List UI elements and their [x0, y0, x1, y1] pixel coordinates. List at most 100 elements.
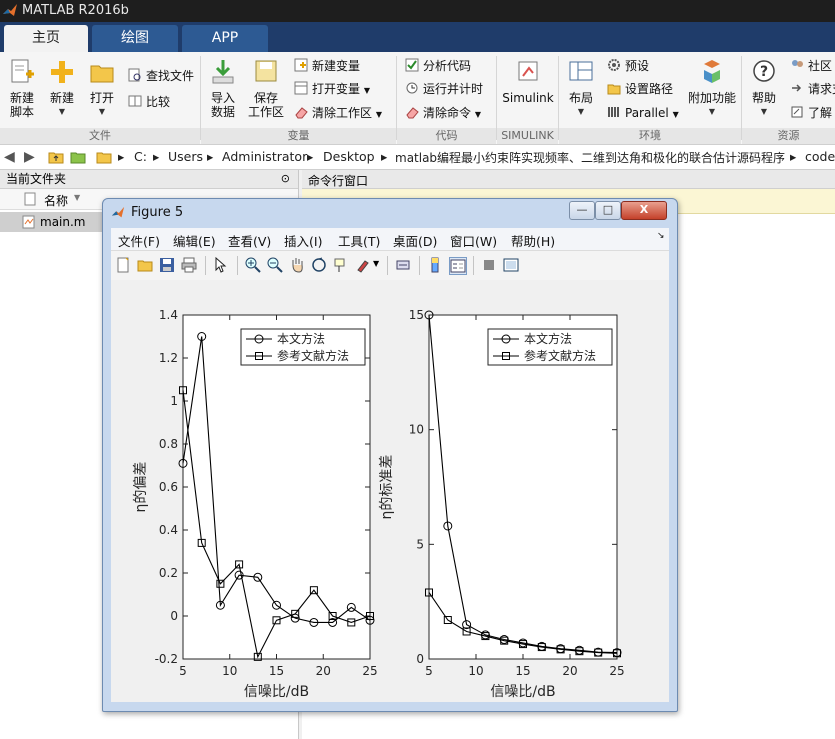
- close-button[interactable]: X: [621, 201, 667, 220]
- new-figure-icon[interactable]: [115, 257, 131, 273]
- preferences-label: 预设: [625, 59, 650, 73]
- import-data-button[interactable]: 导入 数据: [205, 58, 241, 119]
- run-and-time-button[interactable]: 运行并计时: [405, 79, 483, 99]
- addons-button[interactable]: 附加功能 ▼: [688, 58, 736, 119]
- zoom-out-icon[interactable]: [267, 257, 283, 273]
- panel-menu-icon[interactable]: ⊙: [281, 170, 290, 188]
- chevron-down-icon: ▼: [474, 110, 481, 119]
- column-name-header[interactable]: 名称: [44, 192, 68, 209]
- open-file-icon[interactable]: [137, 257, 153, 273]
- brush-icon[interactable]: [355, 257, 371, 273]
- left-axes[interactable]: 5 10 15 20 25 -0.2 0 0.2 0.4 0.6 0.8 1 1.2 1.4 本文方法参考…: [133, 308, 378, 700]
- toolbar-separator: [473, 256, 474, 275]
- new-script-button[interactable]: 新建 脚本: [4, 58, 40, 119]
- rotate-3d-icon[interactable]: [311, 257, 327, 273]
- menu-help[interactable]: 帮助(H): [511, 231, 555, 250]
- breadcrumb-project-folder[interactable]: matlab编程最小约束阵实现频率、二维到达角和极化的联合估计源码程序: [395, 149, 785, 166]
- tab-apps[interactable]: APP: [182, 25, 268, 52]
- dock-arrow-icon[interactable]: ↘: [657, 231, 665, 241]
- community-button[interactable]: 社区: [790, 56, 832, 76]
- tab-home[interactable]: 主页: [4, 25, 88, 52]
- open-button[interactable]: 打开 ▼: [84, 58, 120, 119]
- y-tick-label: 10: [409, 423, 424, 437]
- current-folder-header: 当前文件夹 ⊙: [0, 170, 298, 189]
- hide-plot-tools-icon[interactable]: [481, 257, 497, 273]
- new-variable-button[interactable]: 新建变量: [294, 56, 360, 76]
- menu-view[interactable]: 查看(V): [228, 231, 271, 250]
- find-files-label: 查找文件: [146, 69, 195, 83]
- new-script-icon: [11, 59, 34, 83]
- menu-window[interactable]: 窗口(W): [450, 231, 497, 250]
- tab-plots[interactable]: 绘图: [92, 25, 178, 52]
- menu-file[interactable]: 文件(F): [118, 231, 160, 250]
- up-folder-icon[interactable]: [48, 149, 64, 165]
- new-button[interactable]: 新建 ▼: [44, 58, 80, 119]
- menu-tools[interactable]: 工具(T): [338, 231, 380, 250]
- address-bar: ◀ ▶ ▸ C: ▸ Users ▸ Administrator ▸ Deskt…: [0, 145, 835, 170]
- plots-svg: 5 10 15 20 25 -0.2 0 0.2 0.4 0.6 0.8 1 1.2 1.4 本文方法参考…: [133, 308, 625, 700]
- breadcrumb-users[interactable]: Users: [168, 149, 203, 164]
- clear-workspace-button[interactable]: 清除工作区 ▼: [294, 103, 382, 123]
- link-plot-icon[interactable]: [395, 257, 411, 273]
- clear-workspace-label: 清除工作区: [312, 106, 373, 120]
- learn-button[interactable]: 了解: [790, 103, 832, 123]
- back-arrow-icon[interactable]: ◀: [4, 149, 15, 165]
- set-path-icon: [607, 84, 621, 95]
- y-tick-label: -0.2: [155, 652, 178, 666]
- chevron-down-icon: ▼: [708, 107, 716, 116]
- legend-label: 本文方法: [277, 331, 325, 346]
- print-icon[interactable]: [181, 257, 197, 273]
- pan-hand-icon[interactable]: [289, 257, 305, 273]
- breadcrumb-desktop[interactable]: Desktop: [323, 149, 375, 164]
- x-tick-label: 20: [316, 664, 331, 678]
- breadcrumb-c[interactable]: C:: [134, 149, 147, 164]
- data-cursor-icon[interactable]: [333, 257, 349, 273]
- addons-label: 附加功能: [688, 91, 737, 105]
- left-legend[interactable]: 本文方法参考文献方法: [240, 328, 366, 366]
- help-button[interactable]: ? 帮助 ▼: [746, 58, 782, 119]
- maximize-button[interactable]: □: [595, 201, 621, 220]
- browse-folder-icon[interactable]: [70, 149, 86, 165]
- right-x-axis-label: 信噪比/dB: [490, 684, 555, 700]
- chevron-down-icon: ▼: [375, 110, 382, 119]
- request-support-button[interactable]: 请求支: [790, 79, 835, 99]
- breadcrumb-administrator[interactable]: Administrator: [222, 149, 307, 164]
- breadcrumb-separator: ▸: [118, 149, 125, 164]
- folder-icon: [90, 65, 114, 83]
- new-variable-icon: [294, 58, 308, 72]
- plus-icon: [51, 61, 73, 83]
- legend-icon[interactable]: [449, 257, 467, 275]
- breadcrumb-separator: ▸: [207, 149, 214, 164]
- clear-commands-button[interactable]: 清除命令 ▼: [405, 103, 481, 123]
- right-axes[interactable]: 5 10 15 20 25051015 本文方法参考文献方法 信噪比/dB η的标准差: [379, 308, 625, 700]
- x-tick-label: 10: [468, 664, 483, 678]
- layout-button[interactable]: 布局 ▼: [563, 58, 599, 119]
- menu-edit[interactable]: 编辑(E): [173, 231, 216, 250]
- analyze-code-button[interactable]: 分析代码: [405, 56, 471, 76]
- parallel-button[interactable]: Parallel ▼: [607, 103, 679, 123]
- current-folder-title: 当前文件夹: [6, 172, 67, 186]
- compare-button[interactable]: 比较: [128, 92, 170, 112]
- find-files-button[interactable]: 查找文件: [128, 66, 194, 86]
- right-legend[interactable]: 本文方法参考文献方法: [487, 328, 613, 366]
- zoom-in-icon[interactable]: [245, 257, 261, 273]
- save-workspace-button[interactable]: 保存 工作区: [246, 58, 286, 119]
- forward-arrow-icon[interactable]: ▶: [24, 149, 35, 165]
- menu-desktop[interactable]: 桌面(D): [393, 231, 437, 250]
- minimize-button[interactable]: —: [569, 201, 595, 220]
- chevron-down-icon[interactable]: ▼: [373, 259, 379, 268]
- breadcrumb-code[interactable]: code: [805, 149, 835, 164]
- chevron-down-icon: ▼: [363, 86, 370, 95]
- select-arrow-icon[interactable]: [213, 257, 229, 273]
- menu-insert[interactable]: 插入(I): [284, 231, 322, 250]
- preferences-button[interactable]: 预设: [607, 56, 649, 76]
- colorbar-icon[interactable]: [427, 257, 443, 273]
- set-path-button[interactable]: 设置路径: [607, 79, 673, 99]
- open-variable-label: 打开变量: [312, 82, 361, 96]
- save-icon[interactable]: [159, 257, 175, 273]
- figure-title-bar: Figure 5 — □ X: [103, 199, 677, 227]
- simulink-button[interactable]: Simulink: [502, 58, 554, 105]
- show-plot-tools-icon[interactable]: [503, 257, 519, 273]
- open-variable-button[interactable]: 打开变量 ▼: [294, 79, 370, 99]
- analyze-code-label: 分析代码: [423, 59, 472, 73]
